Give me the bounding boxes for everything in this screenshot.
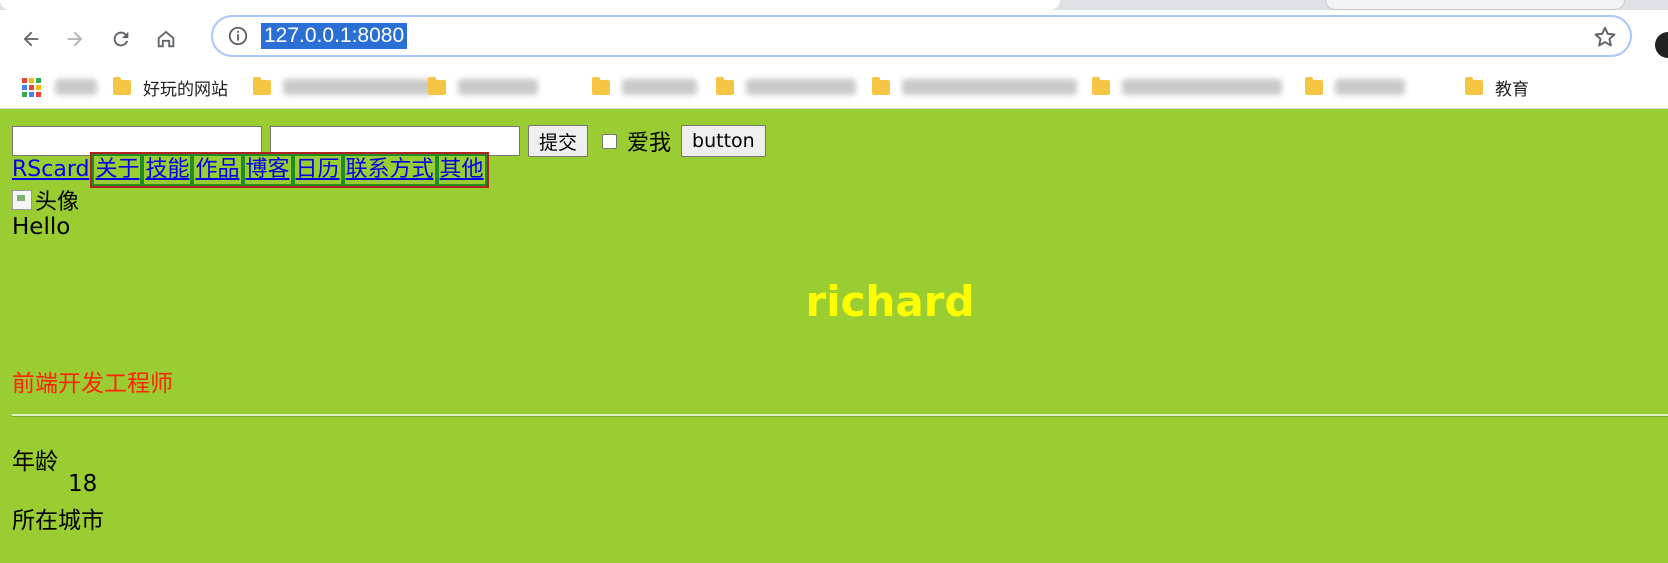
nav-item-blog[interactable]: 博客 bbox=[242, 154, 293, 186]
folder-icon bbox=[592, 76, 610, 95]
bookmark-item[interactable] bbox=[592, 74, 697, 100]
info-icon[interactable] bbox=[227, 25, 249, 47]
active-tab[interactable] bbox=[0, 0, 1060, 10]
folder-icon bbox=[1092, 76, 1110, 95]
folder-icon bbox=[253, 76, 271, 95]
avatar-alt-text: 头像 bbox=[35, 190, 80, 215]
main-nav: RScard 关于 技能 作品 博客 日历 联系方式 其他 bbox=[12, 152, 489, 188]
nav-item-other[interactable]: 其他 bbox=[436, 154, 487, 186]
generic-button[interactable]: button bbox=[681, 125, 766, 157]
home-button[interactable] bbox=[149, 22, 183, 56]
arrow-right-icon bbox=[67, 31, 83, 47]
folder-icon bbox=[1305, 76, 1323, 95]
bookmark-item[interactable] bbox=[22, 74, 97, 100]
nav-item-about[interactable]: 关于 bbox=[92, 154, 143, 186]
inactive-tab[interactable] bbox=[1325, 0, 1625, 10]
nav-item-calendar[interactable]: 日历 bbox=[292, 154, 343, 186]
love-checkbox[interactable] bbox=[602, 133, 618, 149]
profile-avatar[interactable] bbox=[1655, 32, 1668, 58]
bookmark-label bbox=[746, 79, 856, 95]
bookmark-label bbox=[55, 79, 97, 95]
greeting: Hello bbox=[12, 214, 71, 240]
folder-icon bbox=[716, 76, 734, 95]
broken-image-icon bbox=[12, 190, 32, 210]
bookmark-item[interactable] bbox=[428, 74, 538, 100]
submit-button[interactable]: 提交 bbox=[528, 125, 589, 157]
bookmarks-bar: 好玩的网站 教育 bbox=[0, 66, 1668, 109]
address-url[interactable]: 127.0.0.1:8080 bbox=[261, 23, 408, 49]
bookmark-item[interactable] bbox=[716, 74, 856, 100]
bookmark-label bbox=[1335, 79, 1405, 95]
tab-strip bbox=[0, 0, 1668, 10]
folder-icon bbox=[872, 76, 890, 95]
nav-item-contact[interactable]: 联系方式 bbox=[342, 154, 437, 186]
bookmark-item[interactable]: 好玩的网站 bbox=[113, 74, 228, 100]
avatar: 头像 bbox=[12, 187, 80, 215]
address-bar[interactable]: 127.0.0.1:8080 bbox=[211, 15, 1632, 57]
arrow-left-icon bbox=[23, 31, 39, 47]
reload-icon bbox=[113, 31, 129, 47]
nav-item-works[interactable]: 作品 bbox=[192, 154, 243, 186]
bookmark-label bbox=[622, 79, 697, 95]
forward-button[interactable] bbox=[58, 22, 92, 56]
bookmark-item[interactable]: 教育 bbox=[1465, 74, 1529, 100]
back-button[interactable] bbox=[14, 22, 48, 56]
page-content: 提交 爱我 button RScard 关于 技能 作品 博客 日历 联系方式 … bbox=[0, 109, 1668, 563]
bookmark-label: 好玩的网站 bbox=[143, 79, 228, 100]
detail-term-age: 年龄 bbox=[12, 449, 58, 475]
bookmark-label bbox=[902, 79, 1077, 95]
brand-link[interactable]: RScard bbox=[12, 156, 89, 184]
browser-toolbar: 127.0.0.1:8080 bbox=[0, 10, 1668, 66]
detail-term-city: 所在城市 bbox=[12, 508, 104, 534]
apps-icon bbox=[22, 77, 41, 97]
bookmark-label bbox=[458, 79, 538, 95]
checkbox-label: 爱我 bbox=[627, 131, 672, 156]
job-title: 前端开发工程师 bbox=[12, 371, 173, 397]
bookmark-label bbox=[283, 79, 433, 95]
horizontal-rule bbox=[12, 414, 1668, 417]
bookmark-item[interactable] bbox=[1092, 74, 1282, 100]
bookmark-label bbox=[1122, 79, 1282, 95]
star-icon[interactable] bbox=[1592, 24, 1618, 50]
bookmark-label: 教育 bbox=[1495, 79, 1529, 100]
folder-icon bbox=[113, 76, 131, 95]
home-icon bbox=[157, 30, 175, 48]
nav-item-skills[interactable]: 技能 bbox=[142, 154, 193, 186]
bookmark-item[interactable] bbox=[253, 74, 433, 100]
bookmark-item[interactable] bbox=[1305, 74, 1405, 100]
bookmark-item[interactable] bbox=[872, 74, 1077, 100]
folder-icon bbox=[1465, 76, 1483, 95]
profile-name: richard bbox=[805, 277, 975, 326]
reload-button[interactable] bbox=[104, 22, 138, 56]
folder-icon bbox=[428, 76, 446, 95]
nav-menu: 关于 技能 作品 博客 日历 联系方式 其他 bbox=[90, 152, 489, 188]
detail-value-age: 18 bbox=[68, 471, 98, 497]
